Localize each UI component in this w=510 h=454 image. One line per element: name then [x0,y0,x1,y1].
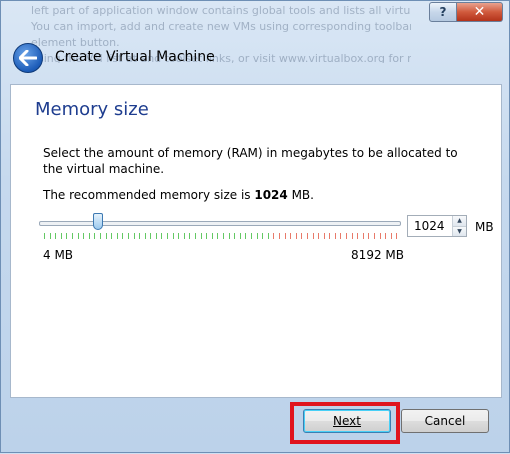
slider-tick [94,233,96,239]
slider-tick [295,233,297,239]
slider-tick [88,233,90,239]
slider-tick [150,233,152,239]
wizard-page: Memory size Select the amount of memory … [10,84,502,398]
slider-tick [105,233,107,239]
help-button[interactable]: ? [429,2,457,22]
slider-tick [200,233,202,239]
slider-tick [178,233,180,239]
memory-spinbox[interactable]: 1024 ▲ ▼ [407,215,467,237]
slider-tick [183,233,185,239]
create-vm-dialog: left part of application window contains… [0,0,510,453]
slider-tick [60,233,62,239]
recommended-suffix: MB. [287,188,314,202]
slider-tick [139,233,141,239]
slider-tick [284,233,286,239]
slider-tick [346,233,348,239]
slider-tick [71,233,73,239]
slider-tick [127,233,129,239]
slider-tick [368,233,370,239]
slider-tick [323,233,325,239]
slider-tick [155,233,157,239]
recommended-memory-text: The recommended memory size is 1024 MB. [43,188,314,202]
slider-tick [99,233,101,239]
slider-tick [379,233,381,239]
next-button-highlight [290,402,400,444]
slider-tick [290,233,292,239]
slider-tick [374,233,376,239]
spin-up-icon[interactable]: ▲ [453,216,466,226]
cancel-button[interactable]: Cancel [401,409,489,433]
slider-tick [234,233,236,239]
memory-unit-label: MB [475,220,494,234]
slider-tick [301,233,303,239]
page-title: Memory size [35,99,149,120]
slider-tick [217,233,219,239]
slider-tick [329,233,331,239]
slider-tick [390,233,392,239]
back-button[interactable] [13,43,43,73]
slider-tick [49,233,51,239]
slider-tick [362,233,364,239]
slider-tick [167,233,169,239]
slider-tick [245,233,247,239]
slider-tick [267,233,269,239]
slider-tick [278,233,280,239]
slider-tick [357,233,359,239]
slider-tick [306,233,308,239]
background-text-line: You can import, add and create new VMs u… [31,20,411,33]
slider-tick [133,233,135,239]
slider-tick [250,233,252,239]
slider-tick [189,233,191,239]
window-controls: ? ✕ [429,2,503,22]
slider-tick [262,233,264,239]
slider-tick [144,233,146,239]
page-description: Select the amount of memory (RAM) in meg… [43,146,458,176]
spin-arrows: ▲ ▼ [452,216,466,236]
slider-tick [116,233,118,239]
close-button[interactable]: ✕ [457,2,503,22]
slider-tick [385,233,387,239]
slider-thumb[interactable] [92,213,103,230]
recommended-value: 1024 [254,188,288,202]
slider-tick [55,233,57,239]
slider-tick [351,233,353,239]
slider-tick [340,233,342,239]
slider-tick [396,233,398,239]
slider-tick [318,233,320,239]
slider-tick [223,233,224,239]
slider-min-label: 4 MB [43,248,74,262]
slider-tick [66,233,68,239]
background-text-line: left part of application window contains… [31,4,411,17]
slider-tick [122,233,124,239]
slider-tick [195,233,197,239]
back-arrow-icon [19,50,37,66]
slider-tick [312,233,314,239]
memory-slider[interactable] [39,213,403,243]
slider-tick [206,233,208,239]
slider-tick [211,233,213,239]
spin-down-icon[interactable]: ▼ [453,225,466,236]
window-title: Create Virtual Machine [55,49,215,65]
slider-tick [172,233,174,239]
slider-tick [83,233,85,239]
slider-tick [161,233,163,239]
recommended-prefix: The recommended memory size is [43,188,255,202]
slider-tick [77,233,79,239]
slider-max-label: 8192 MB [351,248,404,262]
slider-tick [256,233,258,239]
slider-tick [228,233,230,239]
slider-tick [334,233,336,239]
slider-ticks [44,233,398,239]
slider-tick [239,233,241,239]
memory-spinbox-value[interactable]: 1024 [408,216,452,236]
wizard-footer: Next Cancel [1,399,510,454]
slider-tick [44,233,45,239]
slider-tick [111,233,113,239]
slider-tick [273,233,275,239]
